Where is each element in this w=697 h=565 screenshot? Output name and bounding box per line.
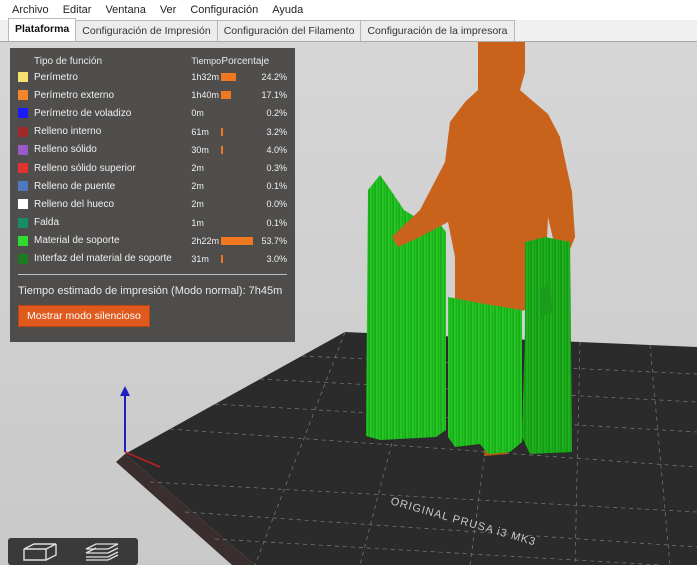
support-right-back xyxy=(522,237,572,454)
legend-bar xyxy=(221,254,224,263)
legend-swatch xyxy=(18,235,28,246)
legend-swatch xyxy=(18,108,28,119)
legend-swatch xyxy=(18,253,28,264)
legend-bar-track xyxy=(221,236,258,246)
legend-divider xyxy=(18,274,287,276)
legend-percent: 3.2% xyxy=(266,126,287,137)
legend-percent: 0.2% xyxy=(266,108,287,119)
legend-feature-name: Perímetro externo xyxy=(34,89,115,101)
tab-print-settings[interactable]: Configuración de Impresión xyxy=(75,20,218,41)
legend-row: Falda 1m 0.1% xyxy=(18,214,287,232)
show-silent-mode-button[interactable]: Mostrar modo silencioso xyxy=(18,305,150,328)
legend-bar-track xyxy=(221,199,258,209)
legend-swatch xyxy=(18,90,28,101)
legend-time: 30m xyxy=(191,144,209,155)
legend-feature-name: Perímetro de voladizo xyxy=(34,107,132,119)
legend-time: 2h22m xyxy=(191,235,219,246)
legend-row: Relleno sólido superior 2m 0.3% xyxy=(18,159,287,177)
tab-plataforma[interactable]: Plataforma xyxy=(8,18,77,41)
legend-feature-name: Relleno de puente xyxy=(34,180,116,192)
legend-bar-track xyxy=(221,181,258,191)
menu-editar[interactable]: Editar xyxy=(63,4,92,16)
legend-percent: 0.1% xyxy=(266,181,287,192)
legend-percent: 3.0% xyxy=(266,253,287,264)
legend-feature-name: Relleno sólido xyxy=(34,144,97,156)
legend-swatch xyxy=(18,199,28,210)
print-time-estimate: Tiempo estimado de impresión (Modo norma… xyxy=(18,285,283,298)
menu-ver[interactable]: Ver xyxy=(160,4,177,16)
support-right-front xyxy=(448,297,522,454)
object-view-icon[interactable] xyxy=(12,540,68,563)
legend-bar-track xyxy=(221,163,258,173)
legend-percent: 0.1% xyxy=(266,217,287,228)
legend-rows: Perímetro 1h32m 24.2% Perímetro externo 1h40… xyxy=(18,68,287,268)
legend-swatch xyxy=(18,217,28,228)
legend-bar xyxy=(221,73,237,82)
legend-time: 1m xyxy=(191,217,204,228)
legend-percent: 53.7% xyxy=(261,235,287,246)
menu-ayuda[interactable]: Ayuda xyxy=(272,4,303,16)
legend-bar-track xyxy=(221,254,258,264)
legend-bar xyxy=(221,127,224,136)
legend-time: 61m xyxy=(191,126,209,137)
legend-time: 2m xyxy=(191,163,204,174)
legend-bar-track xyxy=(221,218,258,228)
legend-feature-name: Relleno interno xyxy=(34,126,102,138)
legend-percent: 4.0% xyxy=(266,144,287,155)
menu-configuracion[interactable]: Configuración xyxy=(190,4,258,16)
legend-row: Perímetro de voladizo 0m 0.2% xyxy=(18,104,287,122)
legend-swatch xyxy=(18,163,28,174)
tab-printer-settings[interactable]: Configuración de la impresora xyxy=(360,20,515,41)
legend-swatch xyxy=(18,181,28,192)
z-axis-arrow xyxy=(120,386,130,396)
legend-percent: 0.3% xyxy=(266,163,287,174)
legend-row: Relleno de puente 2m 0.1% xyxy=(18,177,287,195)
menu-archivo[interactable]: Archivo xyxy=(12,4,49,16)
legend-percent: 17.1% xyxy=(261,90,287,101)
legend-bar-track xyxy=(221,127,258,137)
legend-time: 31m xyxy=(191,253,209,264)
menu-bar: Archivo Editar Ventana Ver Configuración… xyxy=(0,0,697,20)
header-percent: Porcentaje xyxy=(221,55,270,67)
legend-bar-track xyxy=(221,145,258,155)
legend-percent: 0.0% xyxy=(266,199,287,210)
legend-bar-track xyxy=(221,90,258,100)
legend-swatch xyxy=(18,144,28,155)
tab-bar: Plataforma Configuración de Impresión Co… xyxy=(0,18,697,42)
legend-percent: 24.2% xyxy=(261,72,287,83)
menu-ventana[interactable]: Ventana xyxy=(105,4,145,16)
legend-row: Perímetro externo 1h40m 17.1% xyxy=(18,86,287,104)
layers-view-icon[interactable] xyxy=(74,540,130,563)
legend-feature-name: Perímetro xyxy=(34,71,78,83)
legend-time: 1h32m xyxy=(191,72,219,83)
legend-bar xyxy=(221,236,254,245)
legend-bar xyxy=(221,91,232,100)
legend-row: Interfaz del material de soporte 31m 3.0% xyxy=(18,250,287,268)
legend-time: 1h40m xyxy=(191,90,219,101)
legend-panel: Tipo de función Tiempo Porcentaje Períme… xyxy=(10,48,295,342)
legend-bar-track xyxy=(221,72,258,82)
legend-feature-name: Falda xyxy=(34,217,60,229)
legend-row: Relleno sólido 30m 4.0% xyxy=(18,141,287,159)
legend-time: 0m xyxy=(191,108,204,119)
legend-feature-name: Relleno sólido superior xyxy=(34,162,136,174)
legend-swatch xyxy=(18,126,28,137)
legend-feature-name: Relleno del hueco xyxy=(34,198,115,210)
header-type: Tipo de función xyxy=(34,55,103,67)
legend-time: 2m xyxy=(191,181,204,192)
legend-header: Tipo de función Tiempo Porcentaje xyxy=(18,54,287,68)
legend-row: Material de soporte 2h22m 53.7% xyxy=(18,232,287,250)
legend-row: Relleno del hueco 2m 0.0% xyxy=(18,195,287,213)
legend-feature-name: Interfaz del material de soporte xyxy=(34,253,172,265)
view-toolbar xyxy=(8,538,138,565)
header-length: Tiempo xyxy=(191,56,222,66)
legend-swatch xyxy=(18,72,28,83)
legend-bar xyxy=(221,145,224,154)
legend-row: Perímetro 1h32m 24.2% xyxy=(18,68,287,86)
legend-bar-track xyxy=(221,108,258,118)
legend-time: 2m xyxy=(191,199,204,210)
legend-row: Relleno interno 61m 3.2% xyxy=(18,123,287,141)
legend-feature-name: Material de soporte xyxy=(34,235,120,247)
tab-filament-settings[interactable]: Configuración del Filamento xyxy=(216,20,362,41)
